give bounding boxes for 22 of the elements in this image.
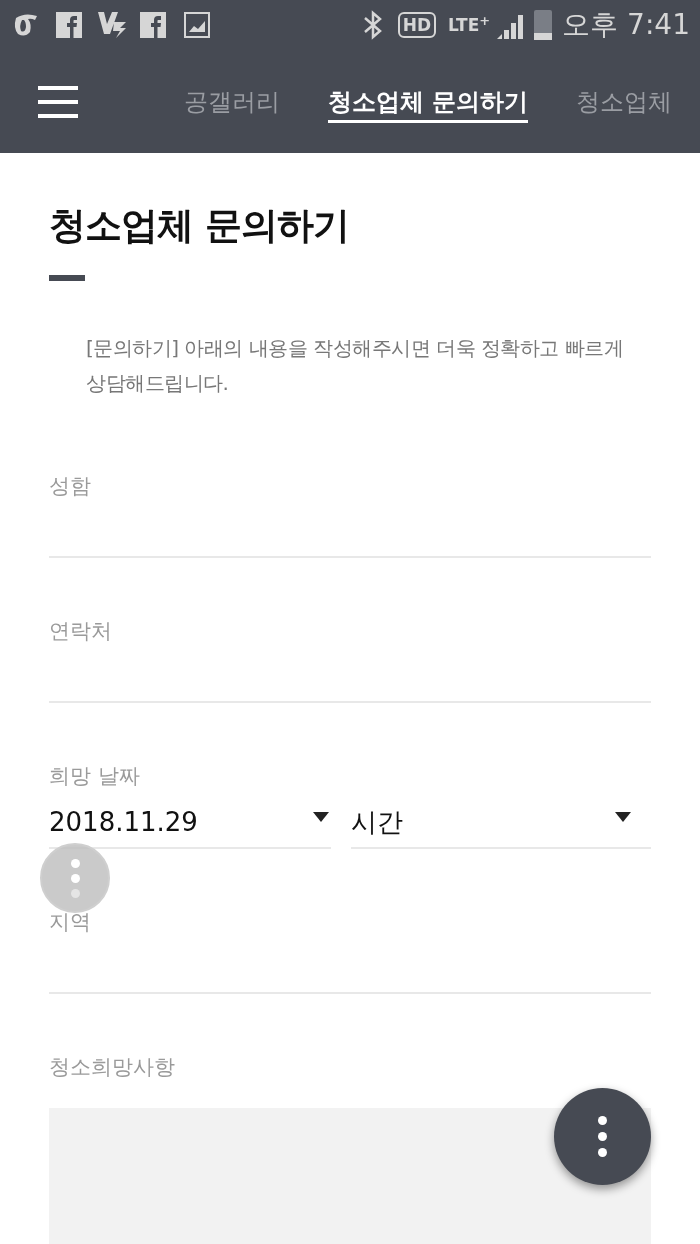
- network-type: LTE$^{+}$: [448, 16, 491, 34]
- hd-badge: HD: [397, 12, 437, 38]
- field-label: 성함: [49, 473, 91, 500]
- page-title: 청소업체 문의하기: [49, 203, 350, 249]
- menu-icon[interactable]: [38, 84, 78, 119]
- time-select[interactable]: 시간: [351, 797, 651, 849]
- caret-icon: [313, 812, 329, 822]
- intro-text: [문의하기] 아래의 내용을 작성해주시면 더욱 정확하고 빠르게 상담해드립니다.: [86, 335, 625, 397]
- clock: 오후 7:41: [562, 7, 690, 43]
- field-label: 희망 날짜: [49, 763, 140, 790]
- title-accent-bar: [49, 275, 85, 281]
- field-label: 지역: [49, 909, 91, 936]
- field-label: 청소희망사항: [49, 1054, 175, 1081]
- caret-icon: [615, 812, 631, 822]
- field-label: 연락처: [49, 618, 112, 645]
- text-area[interactable]: [49, 1108, 651, 1244]
- image-icon: [184, 12, 210, 38]
- nav-tab[interactable]: 청소업체 문의하기: [328, 80, 529, 123]
- facebook-icon: [140, 12, 166, 38]
- facebook-icon: [56, 12, 82, 38]
- app-icon: [98, 12, 126, 38]
- battery-icon: [534, 10, 553, 40]
